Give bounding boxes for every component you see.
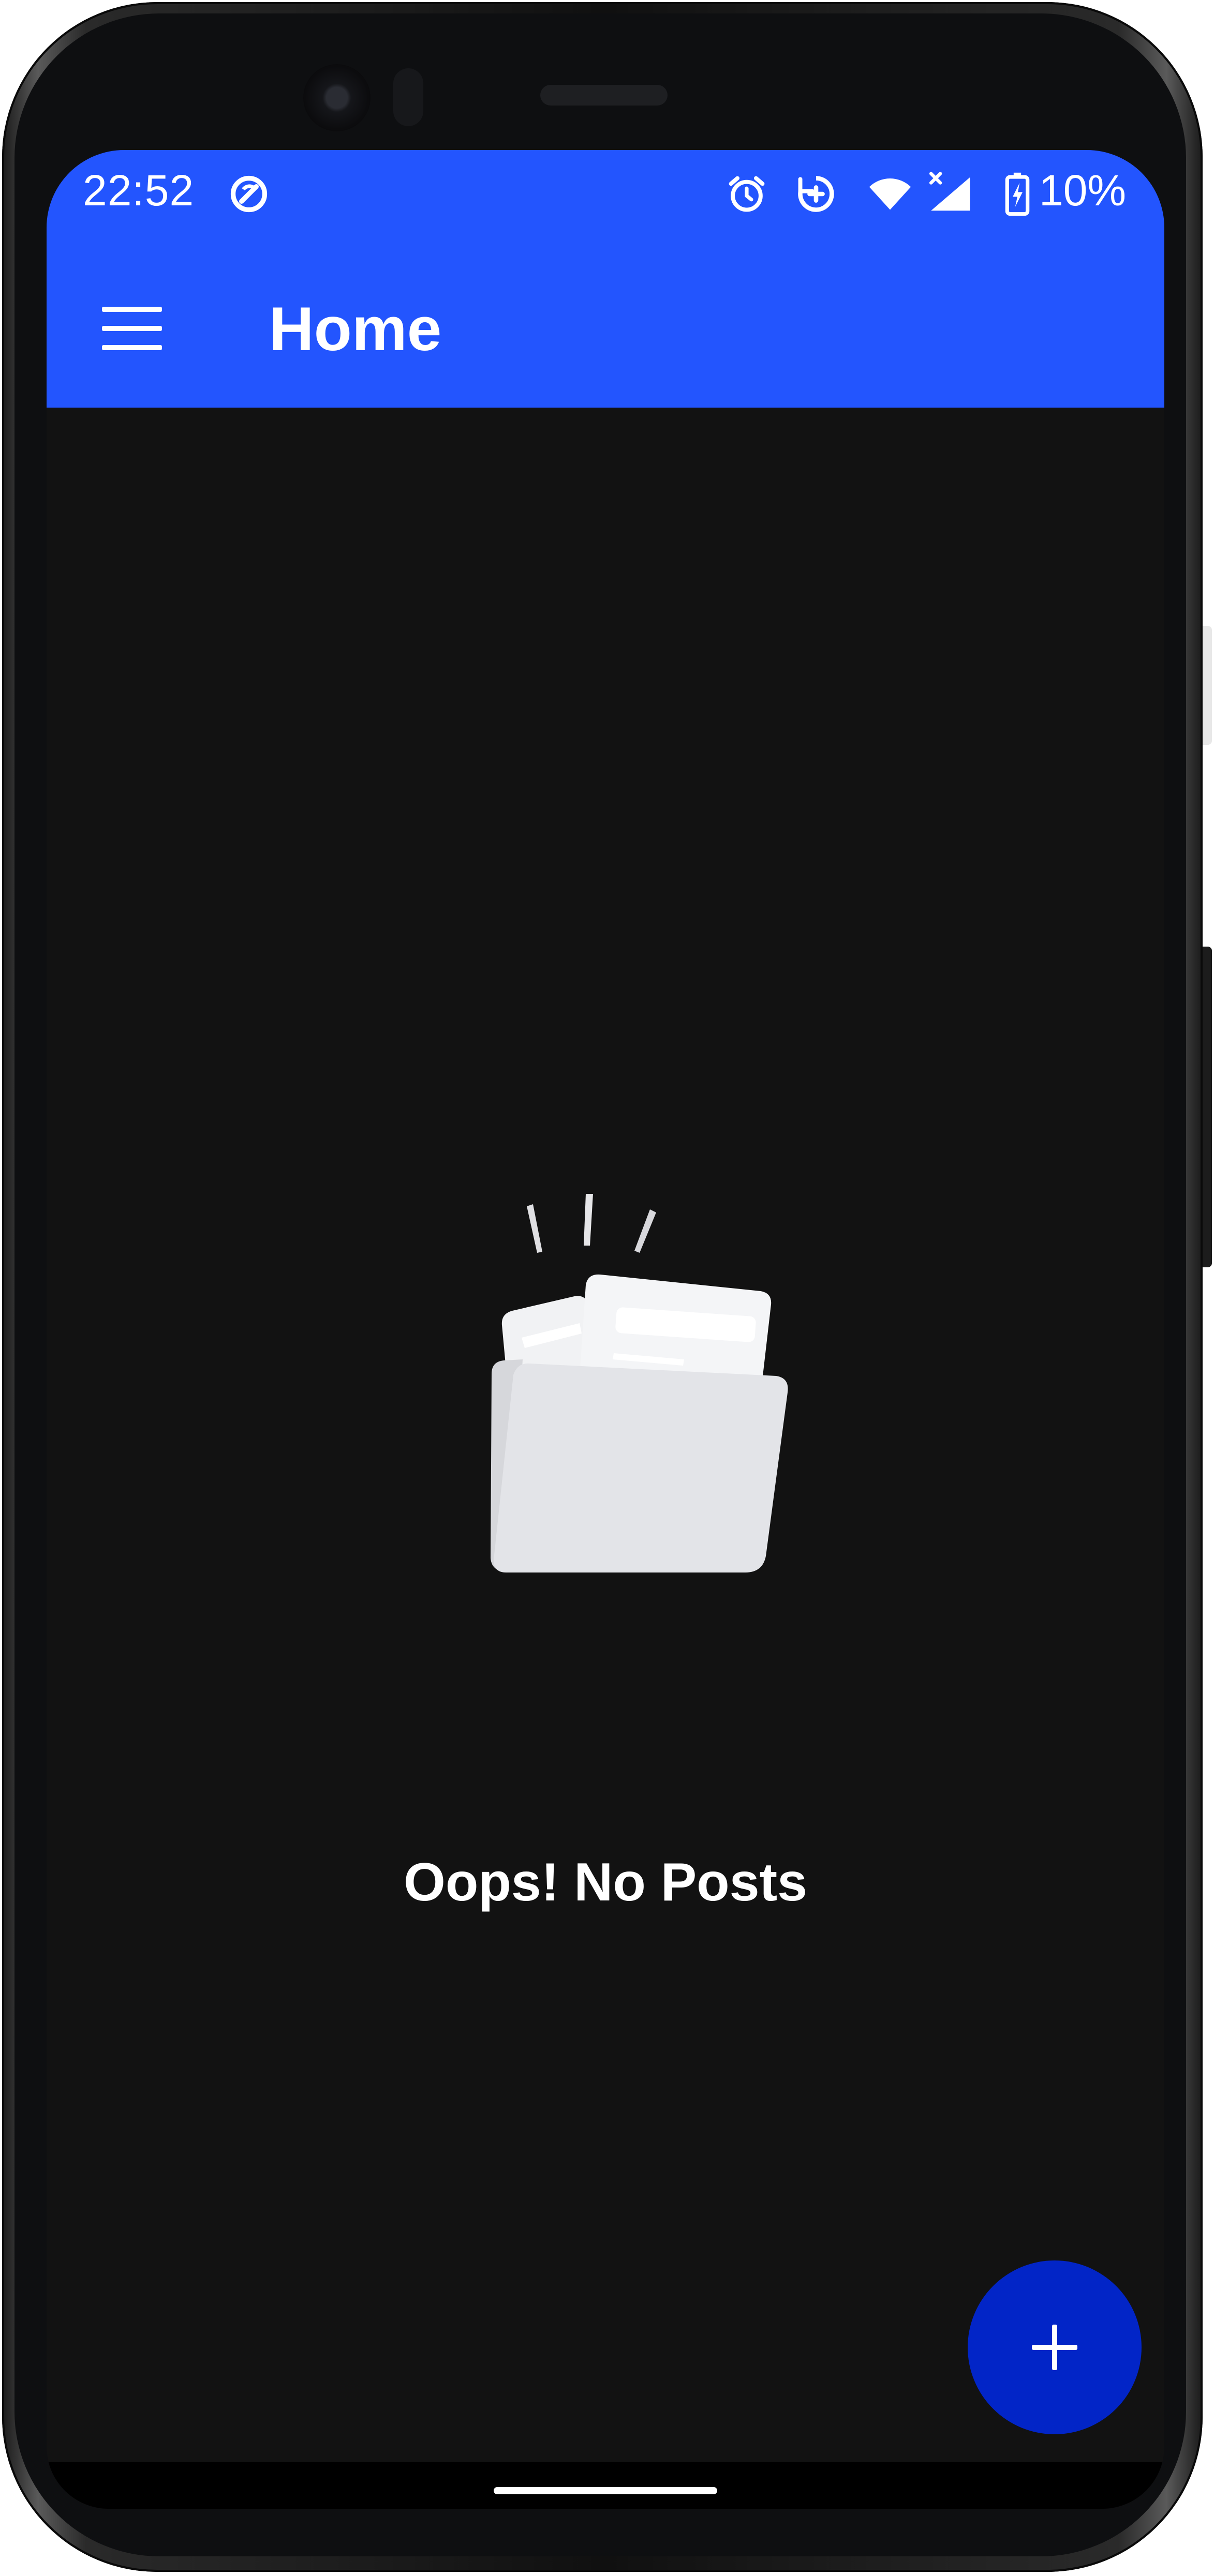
proximity-sensor	[393, 68, 423, 126]
empty-folder-icon	[491, 1194, 788, 1572]
alarm-icon	[729, 176, 765, 212]
battery-charging-icon	[1005, 172, 1030, 216]
app-bar-title: Home	[269, 294, 442, 364]
data-saver-icon	[230, 175, 268, 213]
volume-button	[1203, 947, 1212, 1267]
signal-icon	[929, 172, 970, 211]
app-bar: 22:52 10% Home	[47, 150, 1164, 408]
battery-percent: 10%	[1039, 166, 1127, 215]
sync-icon	[798, 176, 834, 212]
status-time: 22:52	[83, 166, 195, 215]
hamburger-menu-icon	[102, 307, 162, 350]
home-indicator[interactable]	[494, 2487, 717, 2494]
earpiece-speaker	[540, 85, 668, 106]
add-post-button[interactable]	[968, 2260, 1142, 2434]
status-bar: 22:52 10%	[47, 150, 1164, 238]
wifi-icon	[869, 178, 911, 210]
navigation-bar	[47, 2462, 1164, 2509]
empty-state-message: Oops! No Posts	[403, 1852, 808, 1912]
plus-icon	[1032, 2325, 1077, 2370]
hamburger-menu-button[interactable]	[93, 290, 171, 367]
power-button	[1203, 626, 1212, 745]
screen: 22:52 10% Home Oops! No Posts	[47, 150, 1164, 2509]
front-camera	[303, 64, 371, 131]
